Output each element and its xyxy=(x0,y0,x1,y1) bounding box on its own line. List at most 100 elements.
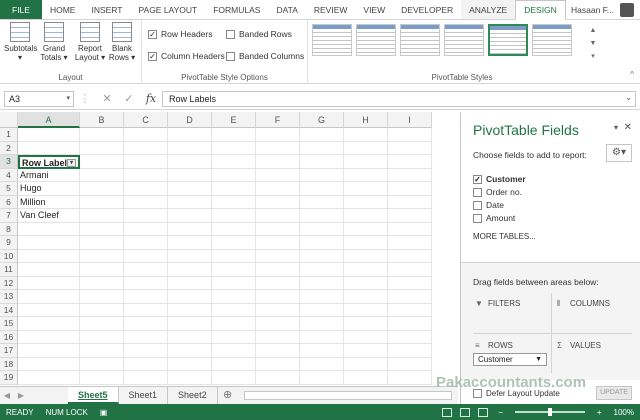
grand-totals-button[interactable]: Grand Totals ▾ xyxy=(38,22,70,62)
column-header[interactable]: C xyxy=(124,112,168,128)
grid-cell[interactable]: Armani xyxy=(18,168,80,182)
grid-cell[interactable] xyxy=(124,371,168,385)
zoom-in-icon[interactable]: + xyxy=(591,408,608,417)
grid-cell[interactable] xyxy=(256,249,300,263)
grid-cell[interactable] xyxy=(168,128,212,142)
grid-cell[interactable] xyxy=(388,128,432,142)
user-name[interactable]: Hasaan F... xyxy=(567,0,618,19)
scroll-down-icon[interactable]: ▼ xyxy=(588,37,598,50)
field-order-no[interactable]: Order no. xyxy=(473,187,522,197)
grid-cell[interactable] xyxy=(256,168,300,182)
page-break-view-icon[interactable] xyxy=(478,407,489,417)
grid-cell[interactable] xyxy=(388,249,432,263)
grid-cell[interactable] xyxy=(80,182,124,196)
report-layout-button[interactable]: Report Layout ▾ xyxy=(74,22,106,62)
tab-page-layout[interactable]: PAGE LAYOUT xyxy=(130,0,205,19)
row-header[interactable]: 1 xyxy=(0,128,18,142)
grid-cell[interactable] xyxy=(300,290,344,304)
update-button[interactable]: UPDATE xyxy=(596,386,632,400)
formula-input[interactable]: Row Labels ⌄ xyxy=(162,90,636,107)
grid-cell[interactable] xyxy=(168,344,212,358)
tab-file[interactable]: FILE xyxy=(0,0,42,19)
values-area[interactable]: Σ VALUES xyxy=(557,341,601,350)
blank-rows-button[interactable]: Blank Rows ▾ xyxy=(106,22,138,62)
grid-cell[interactable] xyxy=(18,344,80,358)
grid-cell[interactable] xyxy=(300,168,344,182)
grid-cell[interactable] xyxy=(388,222,432,236)
scroll-up-icon[interactable]: ▲ xyxy=(588,24,598,37)
gallery-scroll[interactable]: ▲ ▼ ▾ xyxy=(588,24,598,64)
tab-formulas[interactable]: FORMULAS xyxy=(205,0,268,19)
grid-cell[interactable] xyxy=(80,222,124,236)
grid-cell[interactable] xyxy=(124,222,168,236)
worksheet-grid[interactable]: ABCDEFGHI 1 2 3 4 5 6 7 8 9 10 11 12 13 14 15 16 17 18 19 … xyxy=(0,112,458,386)
pivot-row-labels-cell[interactable]: Row Labels ▾ xyxy=(18,155,80,169)
row-header[interactable]: 13 xyxy=(0,290,18,304)
enter-icon[interactable]: ✓ xyxy=(118,92,140,105)
zoom-slider[interactable] xyxy=(514,408,585,416)
gear-icon[interactable]: ⚙▾ xyxy=(606,144,632,162)
filters-area[interactable]: ▼ FILTERS xyxy=(475,299,520,308)
grid-cell[interactable] xyxy=(344,249,388,263)
columns-area[interactable]: ⫴ COLUMNS xyxy=(557,299,610,309)
grid-cell[interactable] xyxy=(124,128,168,142)
grid-cell[interactable] xyxy=(344,222,388,236)
prev-sheet-icon[interactable]: ◀ xyxy=(0,387,14,404)
grid-cell[interactable] xyxy=(80,371,124,385)
grid-cell[interactable] xyxy=(344,195,388,209)
grid-cell[interactable] xyxy=(212,357,256,371)
style-thumb[interactable] xyxy=(532,24,572,56)
avatar[interactable] xyxy=(620,3,634,17)
grid-cell[interactable] xyxy=(300,344,344,358)
grid-cell[interactable] xyxy=(300,222,344,236)
grid-cell[interactable] xyxy=(124,357,168,371)
grid-cell[interactable] xyxy=(124,209,168,223)
tab-developer[interactable]: DEVELOPER xyxy=(393,0,461,19)
grid-cell[interactable] xyxy=(256,222,300,236)
grid-cell[interactable] xyxy=(80,155,124,169)
grid-cell[interactable] xyxy=(344,263,388,277)
tab-view[interactable]: VIEW xyxy=(355,0,393,19)
grid-cell[interactable] xyxy=(80,128,124,142)
grid-cell[interactable] xyxy=(80,263,124,277)
grid-cell[interactable] xyxy=(212,317,256,331)
grid-cell[interactable] xyxy=(256,263,300,277)
subtotals-button[interactable]: Subtotals ▾ xyxy=(4,22,37,62)
grid-cell[interactable] xyxy=(388,276,432,290)
grid-cell[interactable] xyxy=(300,263,344,277)
normal-view-icon[interactable] xyxy=(442,407,453,417)
grid-cell[interactable] xyxy=(18,249,80,263)
grid-cell[interactable] xyxy=(212,141,256,155)
grid-cell[interactable] xyxy=(300,236,344,250)
grid-cell[interactable] xyxy=(344,168,388,182)
style-thumb-selected[interactable] xyxy=(488,24,528,56)
grid-cell[interactable] xyxy=(168,330,212,344)
grid-cell[interactable] xyxy=(124,141,168,155)
column-header[interactable]: H xyxy=(344,112,388,128)
grid-cell[interactable] xyxy=(344,303,388,317)
row-header[interactable]: 16 xyxy=(0,330,18,344)
grid-cell[interactable] xyxy=(18,371,80,385)
grid-cell[interactable] xyxy=(212,276,256,290)
sheet-tab-sheet5[interactable]: Sheet5 xyxy=(68,387,119,404)
grid-cell[interactable] xyxy=(212,303,256,317)
row-header[interactable]: 5 xyxy=(0,182,18,196)
grid-cell[interactable] xyxy=(344,276,388,290)
more-tables-link[interactable]: MORE TABLES... xyxy=(473,232,536,241)
sheet-tab-sheet1[interactable]: Sheet1 xyxy=(119,387,169,404)
grid-cell[interactable] xyxy=(80,236,124,250)
grid-cell[interactable] xyxy=(124,330,168,344)
grid-cell[interactable] xyxy=(168,357,212,371)
column-header[interactable]: I xyxy=(388,112,432,128)
grid-cell[interactable] xyxy=(212,168,256,182)
grid-cell[interactable] xyxy=(388,236,432,250)
grid-cell[interactable] xyxy=(212,155,256,169)
grid-cell[interactable] xyxy=(80,209,124,223)
grid-cell[interactable] xyxy=(344,155,388,169)
grid-cell[interactable] xyxy=(344,317,388,331)
next-sheet-icon[interactable]: ▶ xyxy=(14,387,28,404)
grid-cell[interactable] xyxy=(300,249,344,263)
grid-cell[interactable] xyxy=(168,155,212,169)
grid-cell[interactable] xyxy=(124,263,168,277)
zoom-level[interactable]: 100% xyxy=(608,408,640,417)
